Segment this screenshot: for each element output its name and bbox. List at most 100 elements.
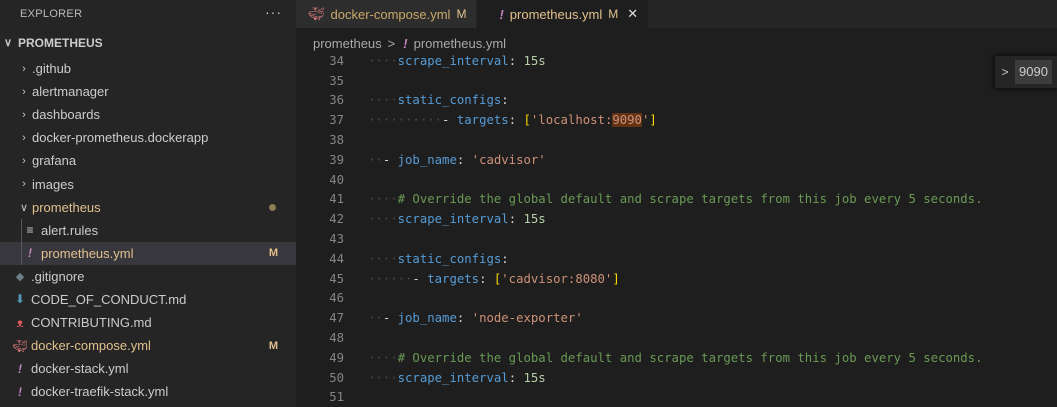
modified-badge: M [268, 247, 278, 260]
tree-folder-grafana[interactable]: › grafana [0, 149, 296, 172]
code-line[interactable]: 43 [296, 229, 1057, 249]
explorer-header: EXPLORER ··· [0, 0, 296, 28]
chevron-right-icon: > [387, 35, 396, 51]
code-line[interactable]: 48 [296, 328, 1057, 348]
tab-label: docker-compose.yml [330, 6, 451, 22]
code-line[interactable]: 34 ····scrape_interval: 15s [296, 51, 1057, 71]
line-text: ····static_configs: [368, 251, 509, 266]
chevron-down-icon: ∨ [19, 201, 29, 214]
chevron-right-icon: › [22, 178, 26, 191]
tree-file-prometheus-yml[interactable]: ! prometheus.yml M [0, 241, 296, 265]
breadcrumb-folder[interactable]: prometheus [313, 36, 382, 51]
code-line[interactable]: 47 ··- job_name: 'node-exporter' [296, 308, 1057, 328]
line-number: 43 [329, 232, 344, 247]
modified-badge: M [456, 7, 467, 21]
code-line[interactable]: 45 ······- targets: ['cadvisor:8080'] [296, 269, 1057, 289]
tree-file-docker-traefik-stack[interactable]: ! docker-traefik-stack.yml [0, 380, 296, 403]
tree-item-label: docker-stack.yml [31, 361, 129, 377]
line-text: ····scrape_interval: 15s [368, 212, 546, 227]
line-number: 47 [329, 311, 344, 326]
yaml-icon: ! [403, 35, 408, 51]
yaml-icon: ! [28, 246, 32, 261]
tab-label: prometheus.yml [509, 6, 603, 22]
line-number: 39 [329, 152, 344, 167]
tree-item-label: CODE_OF_CONDUCT.md [31, 291, 187, 307]
code-line[interactable]: 42 ····scrape_interval: 15s [296, 209, 1057, 229]
line-number: 40 [329, 172, 344, 187]
tree-file-docker-compose[interactable]: 🐳︎ docker-compose.yml M [0, 334, 296, 357]
chevron-right-icon: › [22, 108, 26, 121]
chevron-down-icon: ∨ [4, 37, 13, 49]
code-line[interactable]: 41 ····# Override the global default and … [296, 190, 1057, 210]
line-number: 51 [329, 390, 344, 405]
line-text: ····scrape_interval: 15s [368, 370, 546, 385]
find-widget[interactable]: > 9090 [995, 56, 1057, 88]
yaml-icon: ! [18, 384, 22, 399]
line-text: ····# Override the global default and sc… [368, 192, 983, 207]
line-text: ······- targets: ['cadvisor:8080'] [368, 271, 620, 286]
tree-file-docker-stack[interactable]: ! docker-stack.yml [0, 357, 296, 380]
line-text: ····scrape_interval: 15s [368, 53, 546, 68]
tree-item-label: docker-prometheus.dockerapp [32, 130, 209, 146]
tree-file-contributing[interactable]: ᴥ CONTRIBUTING.md [0, 311, 296, 334]
find-input[interactable]: 9090 [1015, 60, 1052, 84]
tree-item-label: alert.rules [41, 222, 99, 238]
code-line[interactable]: 35 [296, 71, 1057, 91]
tree-item-label: CONTRIBUTING.md [31, 315, 152, 331]
line-number: 35 [329, 73, 344, 88]
line-number: 37 [329, 113, 344, 128]
project-name: PROMETHEUS [18, 35, 103, 50]
tree-item-label: dashboards [32, 107, 100, 123]
code-line[interactable]: 38 [296, 130, 1057, 150]
code-line[interactable]: 39 ··- job_name: 'cadvisor' [296, 150, 1057, 170]
tree-folder-images[interactable]: › images [0, 172, 296, 195]
docker-icon: 🐳︎ [12, 338, 28, 353]
tree-item-label: docker-traefik-stack.yml [31, 384, 169, 400]
line-text: ····static_configs: [368, 93, 509, 108]
chevron-right-icon: › [22, 85, 26, 98]
tree-folder-dockerapp[interactable]: › docker-prometheus.dockerapp [0, 126, 296, 149]
code-line[interactable]: 49 ····# Override the global default and … [296, 348, 1057, 368]
breadcrumb-file[interactable]: prometheus.yml [414, 36, 506, 51]
more-actions-icon[interactable]: ··· [265, 4, 282, 20]
download-arrow-icon: ⬇ [14, 292, 26, 307]
code-line[interactable]: 40 [296, 170, 1057, 190]
chevron-right-icon: › [22, 62, 26, 75]
line-number: 49 [329, 350, 344, 365]
tree-item-label: alertmanager [32, 84, 109, 100]
line-number: 42 [329, 212, 344, 227]
chevron-right-icon[interactable]: > [995, 65, 1015, 79]
modified-badge: M [268, 339, 278, 352]
line-number: 45 [329, 271, 344, 286]
tree-item-label: prometheus [32, 199, 101, 215]
tree-file-code-of-conduct[interactable]: ⬇ CODE_OF_CONDUCT.md [0, 288, 296, 311]
line-number: 50 [329, 370, 344, 385]
tree-folder-prometheus[interactable]: ∨ prometheus [0, 196, 296, 219]
project-folder[interactable]: ∨ PROMETHEUS [0, 28, 296, 57]
line-number: 46 [329, 291, 344, 306]
tree-item-label: .gitignore [31, 268, 85, 284]
code-line[interactable]: 50 ····scrape_interval: 15s [296, 368, 1057, 388]
tab-docker-compose[interactable]: 🐳︎ docker-compose.yml M [296, 0, 478, 28]
tree-folder-dashboards[interactable]: › dashboards [0, 103, 296, 126]
code-line[interactable]: 44 ····static_configs: [296, 249, 1057, 269]
line-text: ··- job_name: 'node-exporter' [368, 311, 583, 326]
line-number: 34 [329, 53, 344, 68]
code-line[interactable]: 51 [296, 388, 1057, 407]
code-editor[interactable]: 34 ····scrape_interval: 15s 35 36 ····static… [296, 51, 1057, 407]
code-line[interactable]: 37 ··········- targets: ['localhost:9090'… [296, 110, 1057, 130]
yaml-icon: ! [499, 6, 504, 22]
explorer-sidebar: EXPLORER ··· ∨ PROMETHEUS › .github › al… [0, 0, 296, 407]
code-line[interactable]: 46 [296, 289, 1057, 309]
code-line[interactable]: 36 ····static_configs: [296, 91, 1057, 111]
tab-prometheus-yml[interactable]: ! prometheus.yml M ✕ [477, 0, 650, 28]
tree-item-label: grafana [32, 153, 77, 169]
close-icon[interactable]: ✕ [627, 6, 638, 22]
tree-file-alert-rules[interactable]: ≡ alert.rules [0, 218, 296, 242]
tree-file-gitignore[interactable]: ◆ .gitignore [0, 265, 296, 288]
tree-folder-alertmanager[interactable]: › alertmanager [0, 80, 296, 103]
contributing-icon: ᴥ [16, 315, 24, 330]
explorer-title: EXPLORER [20, 8, 83, 20]
tree-folder-github[interactable]: › .github [0, 57, 296, 80]
chevron-right-icon: › [22, 154, 26, 167]
